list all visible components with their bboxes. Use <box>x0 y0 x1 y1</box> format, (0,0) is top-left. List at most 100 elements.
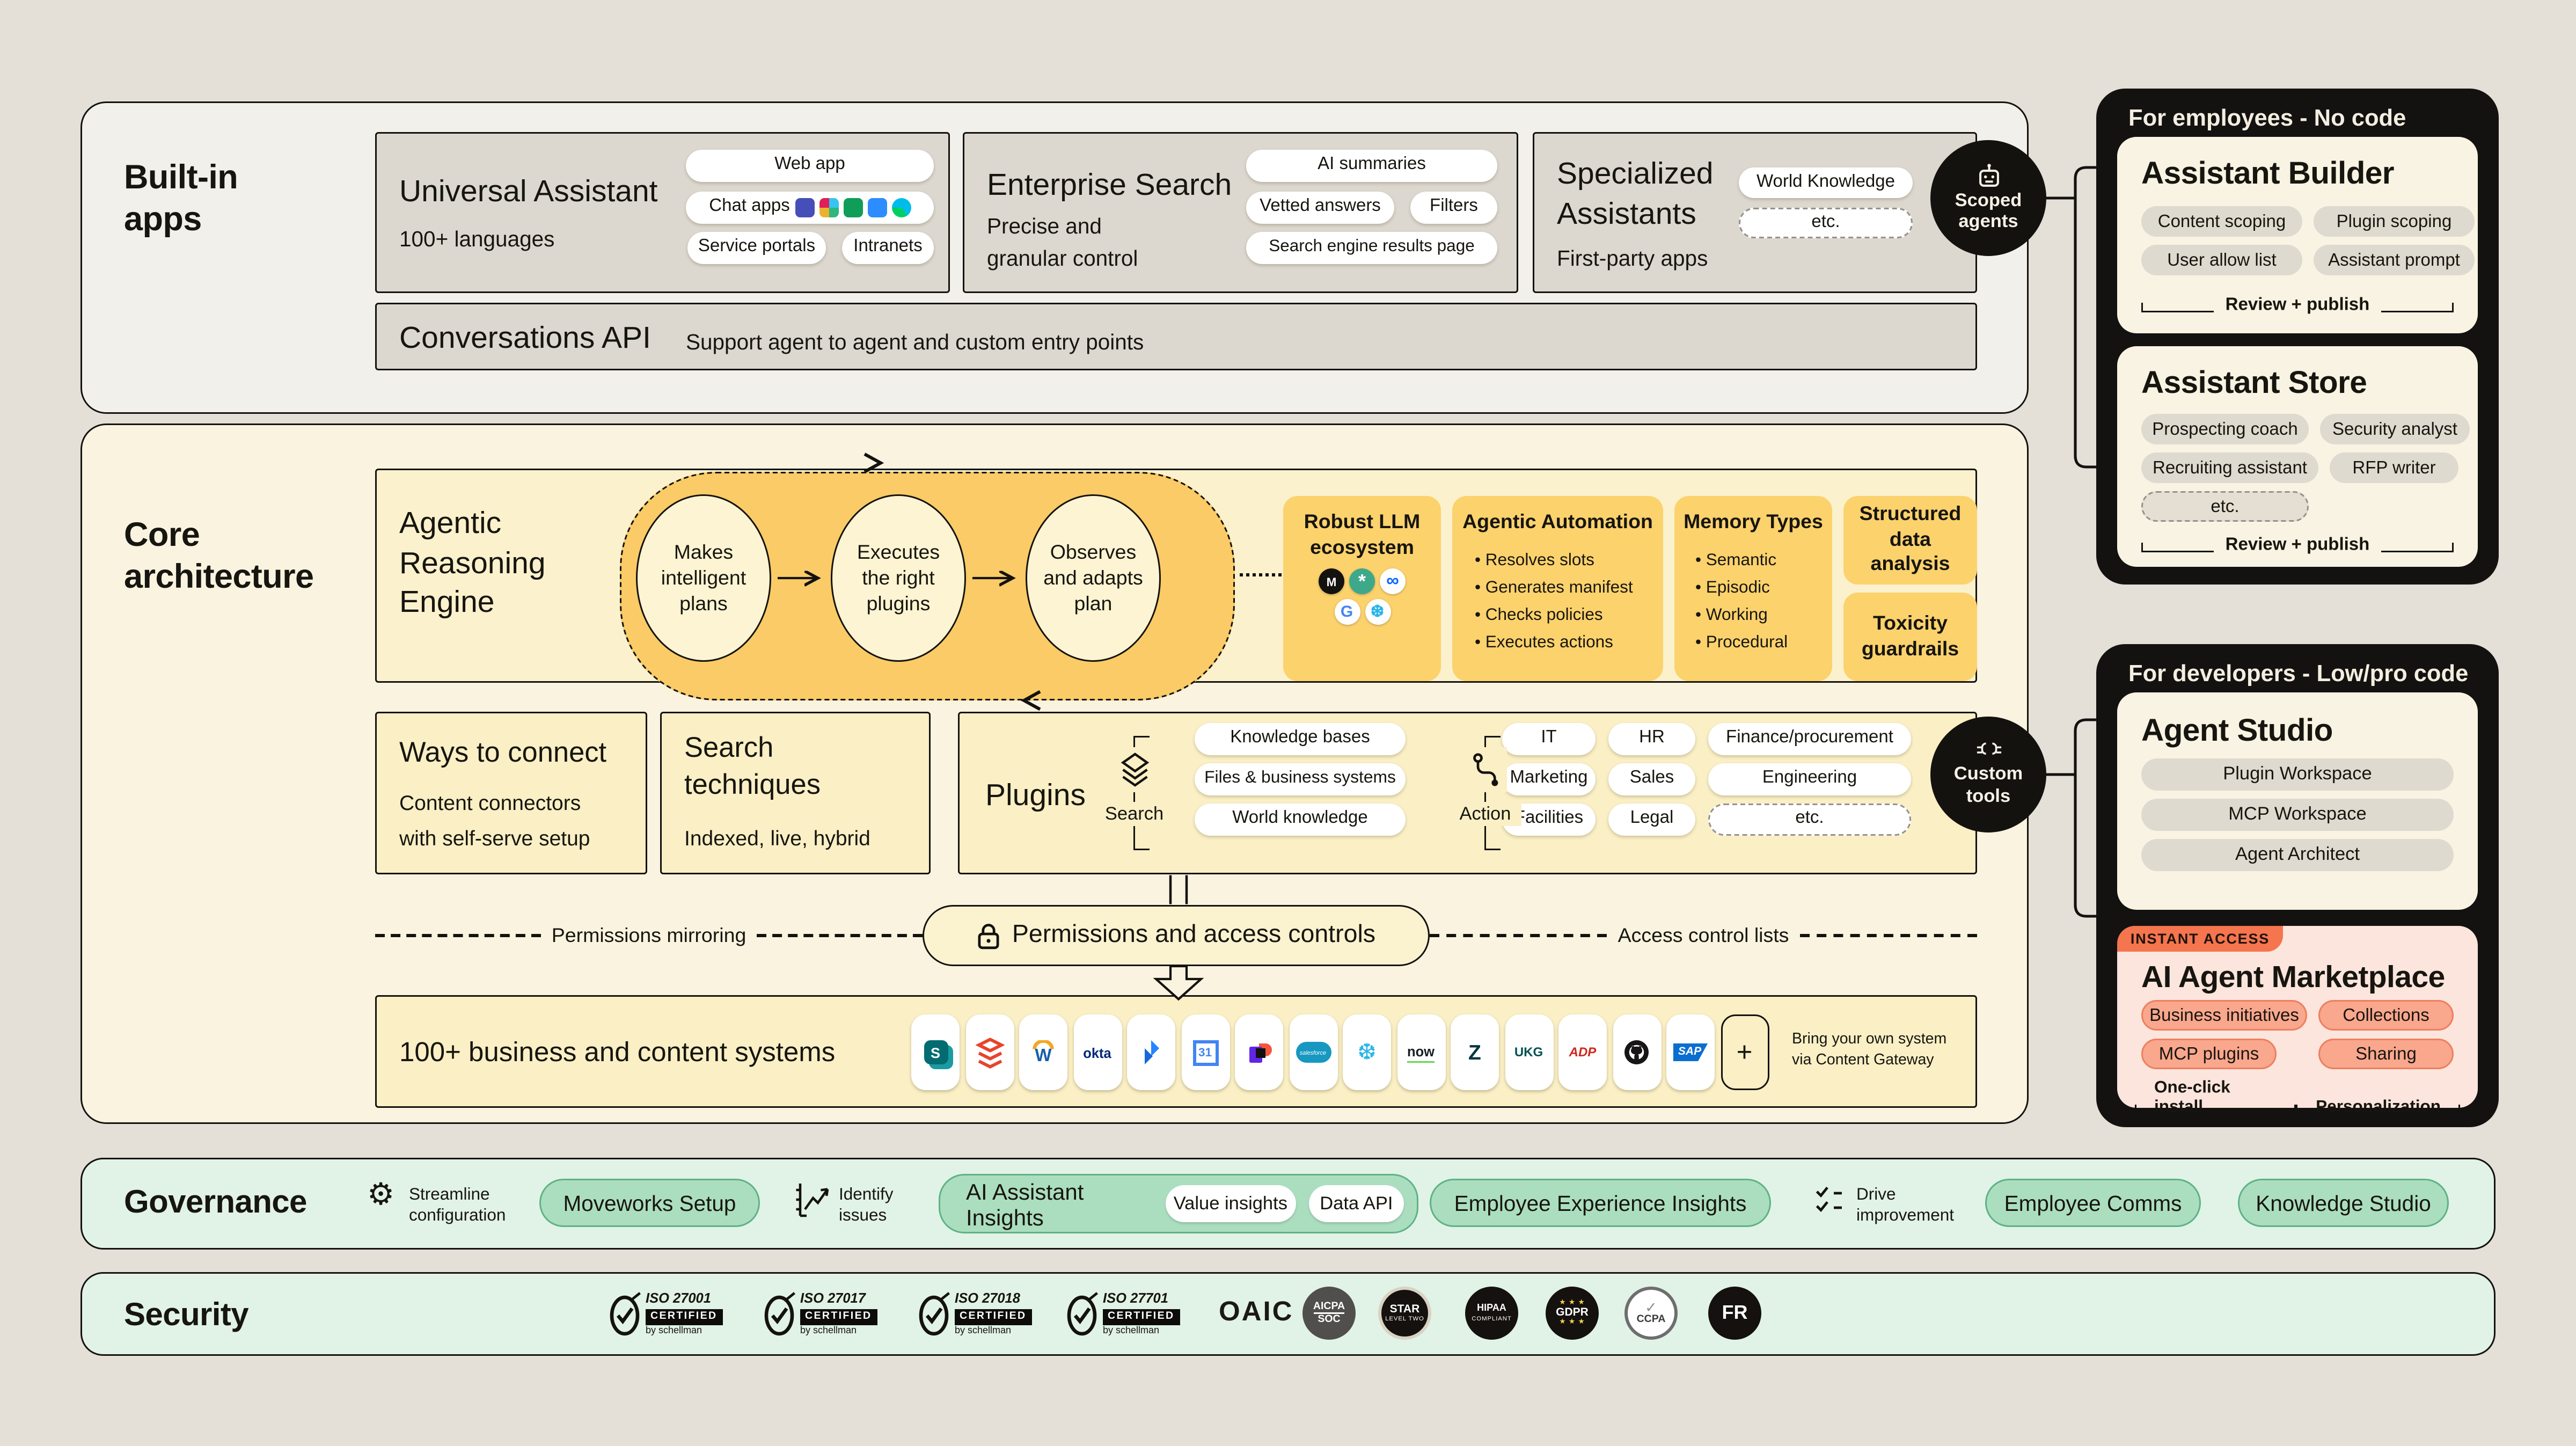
assistant-store-title: Assistant Store <box>2141 366 2367 403</box>
red-layers-logo <box>965 1014 1014 1090</box>
agentic-automation-card: Agentic Automation Resolves slots Genera… <box>1452 496 1663 681</box>
route-action-icon <box>1469 752 1502 787</box>
user-allow-list-pill: User allow list <box>2141 245 2302 275</box>
permissions-mirroring-line: Permissions mirroring <box>375 921 923 950</box>
world-knowledge-plugin-pill: World knowledge <box>1195 804 1406 836</box>
webex-icon <box>891 198 911 217</box>
zoom-icon <box>867 198 887 217</box>
recruiting-assistant-pill: Recruiting assistant <box>2141 452 2318 483</box>
action-bracket-stub-top <box>1484 736 1501 737</box>
llm-ecosystem-card: Robust LLM ecosystem M * ∞ G ❆ <box>1283 496 1441 681</box>
csa-star-badge: STAR LEVEL TWO <box>1378 1287 1431 1340</box>
streamline-configuration-label: Streamline configuration <box>409 1185 538 1228</box>
drive-improvement-label: Drive improvement <box>1856 1185 1988 1228</box>
governance-label: Governance <box>124 1184 307 1224</box>
collections-pill: Collections <box>2318 1000 2454 1031</box>
abstract-shapes-logo <box>1235 1014 1283 1090</box>
google-chat-icon <box>843 198 862 217</box>
plugin-scoping-pill: Plugin scoping <box>2314 206 2475 237</box>
search-techniques-subtitle: Indexed, live, hybrid <box>684 823 870 855</box>
value-insights-pill: Value insights <box>1165 1185 1296 1222</box>
content-scoping-pill: Content scoping <box>2141 206 2302 237</box>
one-click-install-note: One-click install <box>2135 1076 2296 1114</box>
zendesk-logo: Z <box>1451 1014 1499 1090</box>
plugins-title: Plugins <box>985 778 1086 817</box>
openai-logo: * <box>1349 569 1375 595</box>
byo-system-note: Bring your own system via Content Gatewa… <box>1792 1029 1963 1072</box>
scoped-agents-badge: Scoped agents <box>1930 140 2046 256</box>
lock-icon <box>977 922 999 950</box>
structured-data-card: Structured data analysis <box>1843 496 1977 585</box>
store-review-publish: Review + publish <box>2141 533 2454 552</box>
instant-access-tag: INSTANT ACCESS <box>2117 926 2283 952</box>
workday-logo: W <box>1019 1014 1067 1090</box>
fedramp-badge: FR <box>1708 1287 1761 1340</box>
sharing-pill: Sharing <box>2318 1039 2454 1069</box>
ways-to-connect-subtitle: Content connectors with self-serve setup <box>399 786 612 857</box>
ukg-logo: UKG <box>1505 1014 1553 1090</box>
layers-search-icon <box>1118 752 1151 787</box>
aicpa-soc-badge: AICPA SOC <box>1302 1287 1356 1340</box>
search-techniques-title: Search techniques <box>684 729 853 803</box>
toxicity-guardrails-card: Toxicity guardrails <box>1843 593 1977 681</box>
iso-27018-badge: ISO 27018CERTIFIEDby schellman <box>918 1290 1031 1337</box>
sharepoint-logo: S <box>911 1014 960 1090</box>
google-logo: G <box>1334 600 1360 625</box>
oaic-logo: OAIC <box>1219 1296 1294 1328</box>
reasoning-step-1: Makes intelligent plans <box>636 494 771 662</box>
bring-your-own-plus-tile: + <box>1721 1014 1769 1090</box>
filters-pill: Filters <box>1410 192 1497 224</box>
it-pill: IT <box>1502 723 1596 755</box>
web-app-pill: Web app <box>686 150 934 182</box>
specialized-assistants-title: Specialized Assistants <box>1557 156 1742 236</box>
core-architecture-label: Core architecture <box>124 515 333 600</box>
ways-to-connect-title: Ways to connect <box>399 734 606 771</box>
automation-bullet: Executes actions <box>1475 630 1633 657</box>
gdpr-badge: ★ ★ ★ GDPR ★ ★ ★ <box>1546 1287 1599 1340</box>
moveworks-architecture-diagram: Built-in apps Universal Assistant 100+ l… <box>0 0 2576 1445</box>
access-control-lists-line: Access control lists <box>1430 921 1977 950</box>
hr-pill: HR <box>1608 723 1695 755</box>
intranets-pill: Intranets <box>842 232 934 264</box>
service-portals-pill: Service portals <box>687 232 826 264</box>
github-logo <box>1613 1014 1661 1090</box>
gdpr-stars: ★ ★ ★ <box>1559 1319 1585 1327</box>
gear-icon: ⚙ <box>367 1180 394 1211</box>
action-group-icon <box>1463 747 1507 792</box>
hipaa-badge: HIPAA COMPLIANT <box>1465 1287 1518 1340</box>
knowledge-studio-pill: Knowledge Studio <box>2238 1179 2449 1227</box>
plug-icon <box>1973 741 2004 762</box>
world-knowledge-pill: World Knowledge <box>1739 167 1913 198</box>
builder-review-publish: Review + publish <box>2141 293 2454 312</box>
legal-pill: Legal <box>1608 804 1695 836</box>
action-bracket-stub-bottom <box>1484 849 1501 850</box>
snowflake-logo: ❆ <box>1365 600 1391 625</box>
memory-bullet: Episodic <box>1695 575 1788 602</box>
specialized-assistants-subtitle: First-party apps <box>1557 243 1708 276</box>
finance-procurement-pill: Finance/procurement <box>1708 723 1911 755</box>
built-in-apps-label: Built-in apps <box>124 158 301 243</box>
for-employees-header: For employees - No code <box>2128 106 2406 132</box>
security-analyst-pill: Security analyst <box>2320 414 2470 444</box>
rfp-writer-pill: RFP writer <box>2330 452 2458 483</box>
plugin-workspace-pill: Plugin Workspace <box>2141 758 2454 791</box>
action-etc-pill: etc. <box>1708 804 1911 836</box>
agent-architect-pill: Agent Architect <box>2141 839 2454 871</box>
universal-assistant-subtitle: 100+ languages <box>399 224 554 257</box>
search-bracket-stub-top <box>1133 736 1150 737</box>
mcp-plugins-pill: MCP plugins <box>2141 1039 2277 1069</box>
llm-ecosystem-title: Robust LLM ecosystem <box>1283 496 1441 561</box>
prospecting-coach-pill: Prospecting coach <box>2141 414 2309 444</box>
iso-27001-badge: ISO 27001CERTIFIEDby schellman <box>609 1290 722 1337</box>
mcp-workspace-pill: MCP Workspace <box>2141 799 2454 831</box>
reasoning-step-2: Executes the right plugins <box>831 494 966 662</box>
specialized-etc-pill: etc. <box>1739 208 1913 238</box>
snowflake-logo: ❆ <box>1343 1014 1391 1090</box>
scoped-agents-label: Scoped agents <box>1948 191 2029 233</box>
schellman-check-icon <box>609 1291 641 1336</box>
memory-types-title: Memory Types <box>1674 496 1832 536</box>
schellman-check-icon <box>1066 1291 1098 1336</box>
engineering-pill: Engineering <box>1708 763 1911 795</box>
moveworks-setup-pill: Moveworks Setup <box>539 1179 760 1227</box>
for-developers-header: For developers - Low/pro code <box>2128 662 2468 688</box>
